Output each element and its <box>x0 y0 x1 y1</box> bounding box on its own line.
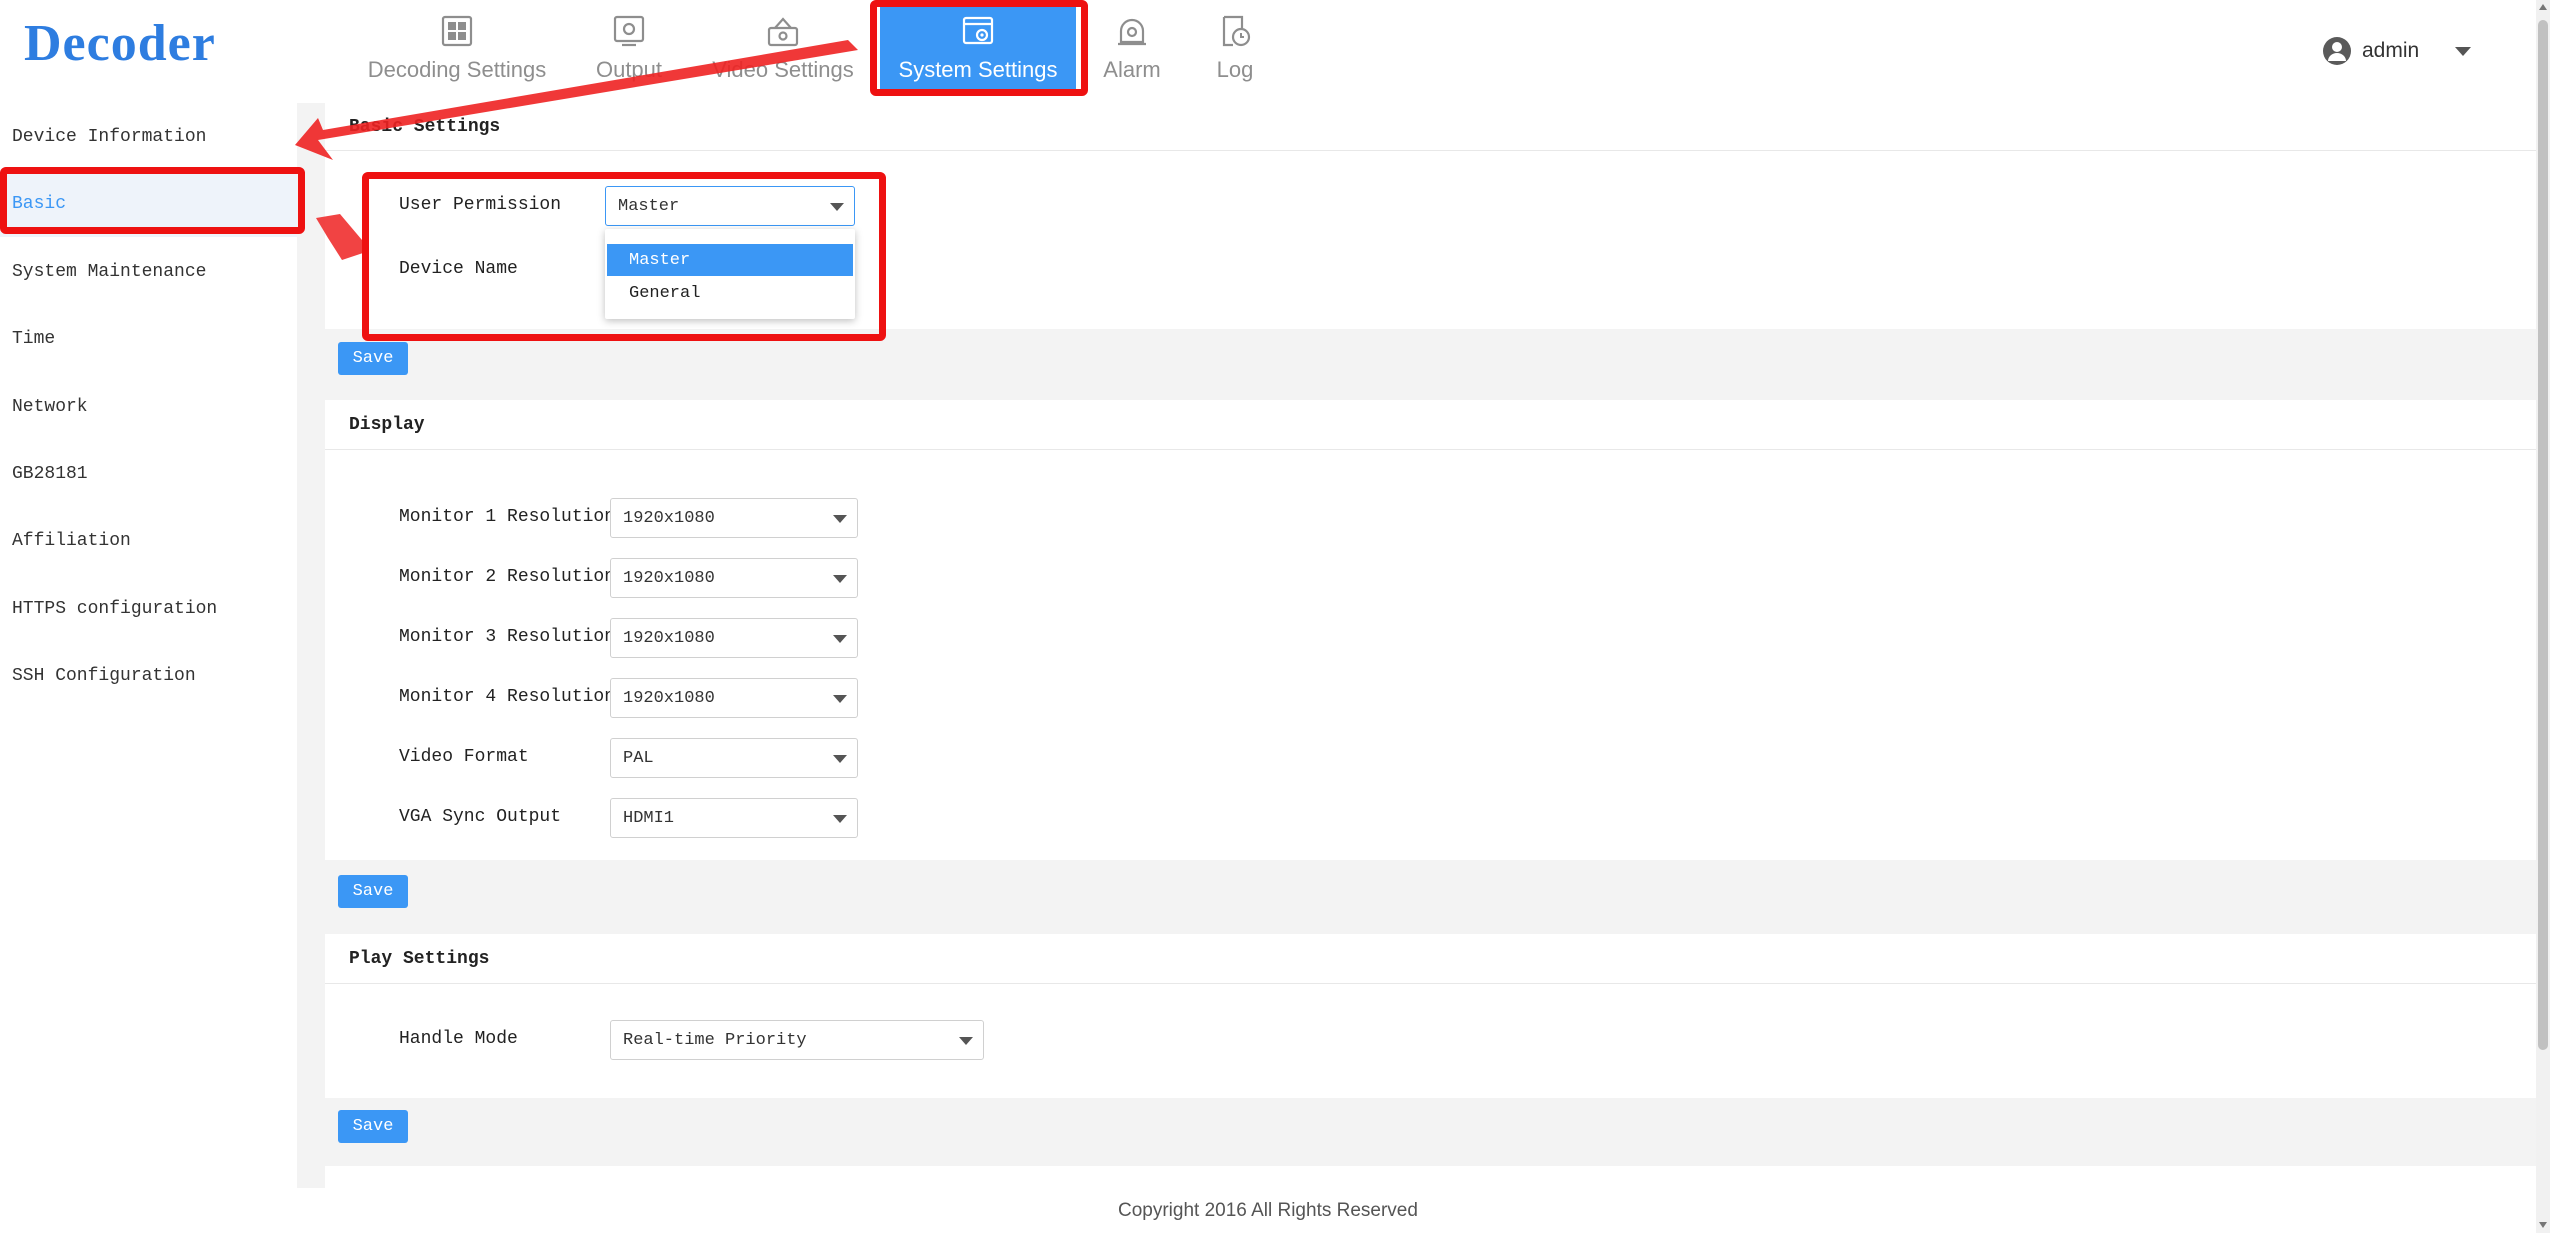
annotation-box-user-permission <box>362 172 886 341</box>
annotation-box-basic <box>0 167 305 234</box>
annotation-box-system-settings <box>870 0 1088 96</box>
